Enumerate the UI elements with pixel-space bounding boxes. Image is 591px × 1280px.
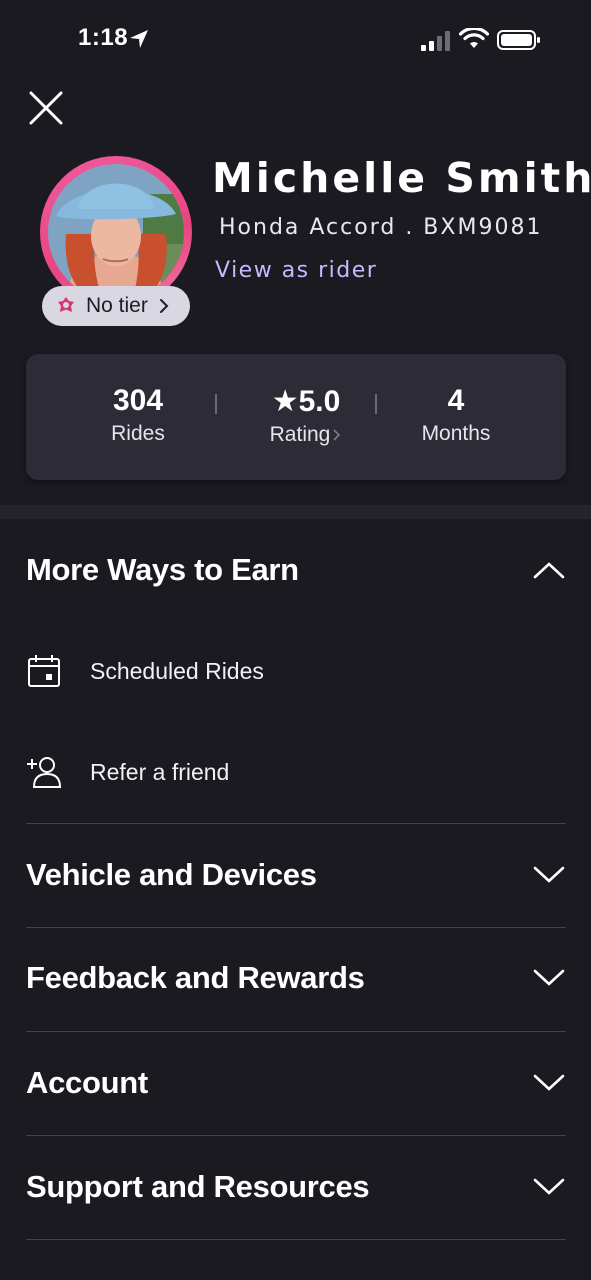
section-title: Vehicle and Devices — [26, 857, 317, 892]
section-title: More Ways to Earn — [26, 552, 299, 587]
chevron-right-icon — [159, 299, 169, 313]
menu-label: Refer a friend — [90, 758, 230, 785]
section-title: Feedback and Rewards — [26, 960, 365, 995]
section-separator — [0, 505, 591, 519]
wifi-icon — [459, 28, 489, 48]
tier-icon — [58, 297, 74, 312]
section-account[interactable]: Account — [26, 1053, 566, 1113]
section-support-and-resources[interactable]: Support and Resources — [26, 1157, 566, 1217]
stat-label: Rides — [111, 422, 165, 445]
chevron-down-icon — [533, 866, 565, 883]
signal-icon — [421, 31, 450, 51]
status-bar: 1:18 — [0, 0, 591, 80]
menu-label: Scheduled Rides — [90, 657, 264, 684]
divider — [26, 1135, 566, 1136]
menu-item-refer-a-friend[interactable]: Refer a friend — [26, 742, 566, 802]
chevron-down-icon — [533, 1178, 565, 1195]
section-vehicle-and-devices[interactable]: Vehicle and Devices — [26, 845, 566, 905]
battery-icon — [497, 30, 540, 50]
section-more-ways-to-earn[interactable]: More Ways to Earn — [26, 540, 566, 600]
vehicle-info: Honda Accord . BXM9081 — [219, 215, 543, 240]
section-title: Support and Resources — [26, 1169, 370, 1204]
stat-value: ★5.0 — [271, 385, 341, 418]
close-icon[interactable] — [28, 90, 64, 126]
tier-badge[interactable]: No tier — [42, 286, 190, 326]
stats-card: 304 Rides ★5.0 Rating 4 Months — [26, 354, 566, 480]
chevron-down-icon — [533, 1074, 565, 1091]
driver-name: Michelle Smith — [212, 154, 591, 202]
chevron-right-icon — [333, 429, 341, 442]
stat-months: 4 Months — [406, 384, 506, 446]
tier-label: No tier — [86, 294, 148, 317]
add-person-icon — [27, 757, 62, 788]
section-feedback-and-rewards[interactable]: Feedback and Rewards — [26, 948, 566, 1008]
menu-item-scheduled-rides[interactable]: Scheduled Rides — [26, 641, 566, 701]
stat-rating[interactable]: ★5.0 Rating — [246, 384, 366, 447]
status-time: 1:18 — [78, 24, 129, 51]
avatar-photo — [48, 164, 184, 300]
divider — [26, 823, 566, 824]
divider — [26, 1031, 566, 1032]
divider — [26, 1239, 566, 1240]
chevron-up-icon — [533, 562, 565, 579]
stat-divider — [375, 394, 377, 414]
calendar-icon — [28, 655, 60, 687]
stat-label: Rating — [246, 423, 366, 447]
stat-divider — [215, 394, 217, 414]
view-as-rider-link[interactable]: View as rider — [215, 258, 377, 283]
section-title: Account — [26, 1065, 148, 1100]
location-arrow-icon — [130, 30, 148, 48]
stat-label: Months — [421, 422, 491, 445]
stat-rides: 304 Rides — [96, 384, 180, 446]
chevron-down-icon — [533, 969, 565, 986]
stat-value: 304 — [112, 384, 164, 417]
stat-value: 4 — [447, 384, 465, 417]
stat-label-text: Rating — [269, 423, 331, 446]
divider — [26, 927, 566, 928]
